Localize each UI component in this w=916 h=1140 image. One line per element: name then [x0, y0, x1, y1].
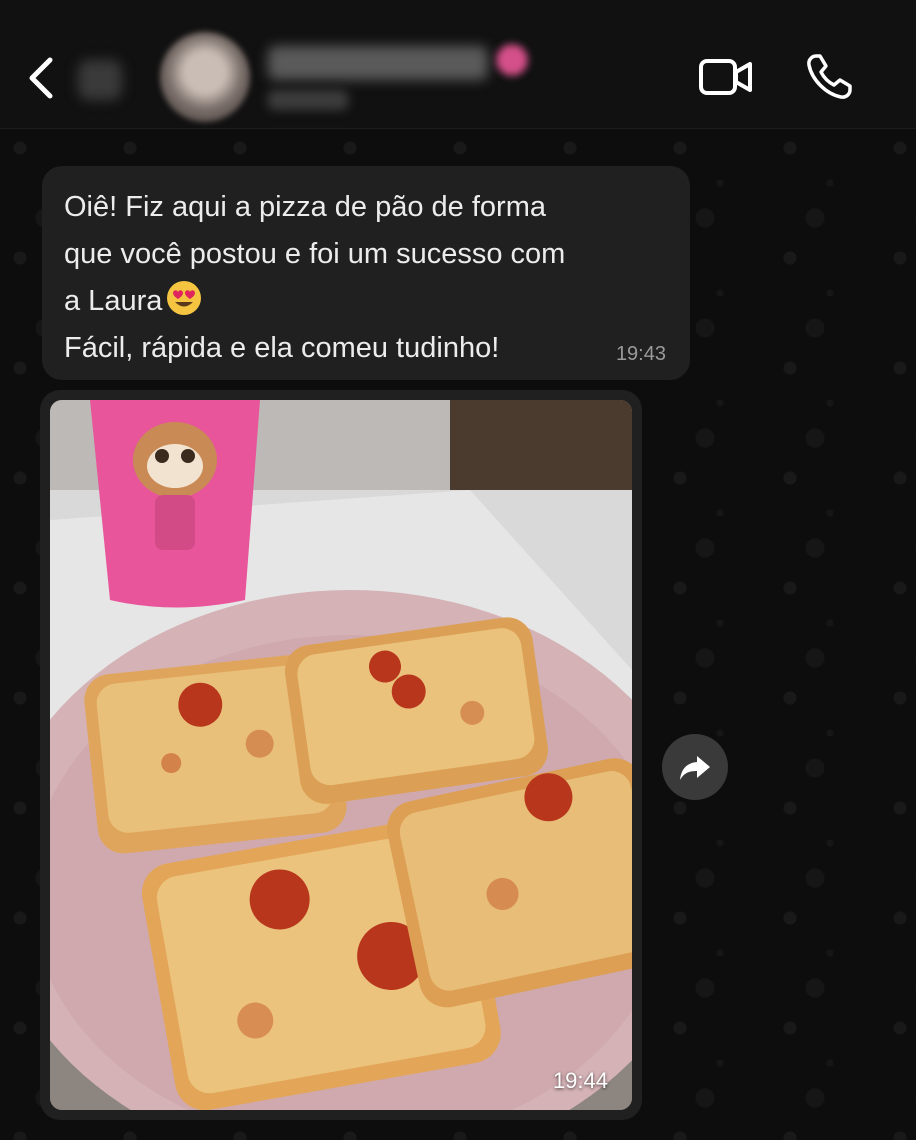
- heart-icon: [492, 40, 532, 80]
- video-call-button[interactable]: [698, 56, 754, 98]
- heart-eyes-emoji-icon: [167, 281, 202, 315]
- phone-icon: [807, 54, 852, 99]
- pizza-toast-photo-icon: [50, 400, 632, 1110]
- message-line: Oiê! Fiz aqui a pizza de pão de forma: [64, 191, 546, 223]
- message-text: Oiê! Fiz aqui a pizza de pão de forma qu…: [64, 184, 664, 372]
- forward-button[interactable]: [662, 734, 728, 800]
- message-line: a Laura: [64, 285, 163, 317]
- shared-photo[interactable]: 19:44: [50, 400, 632, 1110]
- contact-status: [268, 90, 348, 110]
- video-camera-icon: [699, 59, 752, 95]
- message-line: que você postou e foi um sucesso com: [64, 238, 566, 270]
- message-timestamp: 19:43: [615, 343, 666, 365]
- unread-count-badge: [78, 60, 122, 100]
- message-line: Fácil, rápida e ela comeu tudinho!: [64, 332, 500, 364]
- avatar[interactable]: [160, 32, 250, 122]
- message-timestamp: 19:44: [552, 1068, 608, 1093]
- message-bubble-image[interactable]: 19:44: [40, 390, 642, 1120]
- message-bubble-text[interactable]: Oiê! Fiz aqui a pizza de pão de forma qu…: [42, 166, 690, 380]
- back-button[interactable]: [22, 52, 62, 104]
- contact-name[interactable]: [268, 46, 488, 80]
- forward-arrow-icon: [680, 756, 710, 780]
- chevron-left-icon: [29, 57, 53, 99]
- voice-call-button[interactable]: [804, 52, 854, 102]
- chat-header: [0, 0, 916, 129]
